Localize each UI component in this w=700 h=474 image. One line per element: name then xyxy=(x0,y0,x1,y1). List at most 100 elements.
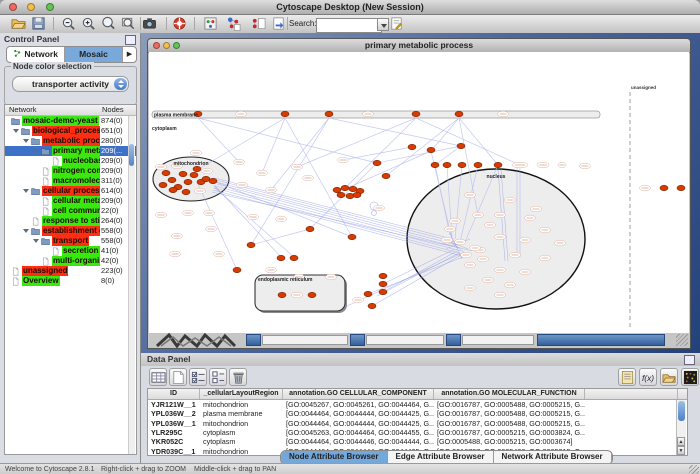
network-node[interactable] xyxy=(168,177,176,182)
network-node[interactable] xyxy=(333,187,341,192)
network-node[interactable] xyxy=(348,234,356,239)
network-node[interactable] xyxy=(457,143,465,148)
network-node[interactable] xyxy=(281,111,289,116)
tree-row-transport[interactable]: transport558(0) xyxy=(5,236,136,246)
network-node[interactable] xyxy=(677,185,685,190)
expander-icon[interactable] xyxy=(23,189,29,193)
expander-icon[interactable] xyxy=(33,239,39,243)
help-ring-icon[interactable] xyxy=(172,16,188,32)
tree-row-unassigned[interactable]: unassigned223(0) xyxy=(5,266,136,276)
network-window-titlebar[interactable]: primary metabolic process xyxy=(148,39,690,53)
function-builder-button[interactable]: f(x) xyxy=(639,368,657,386)
network-canvas[interactable]: plasma membranecytoplasmmitochondrionnuc… xyxy=(149,52,689,333)
column-header[interactable]: annotation.GO CELLULAR_COMPONENT xyxy=(283,389,434,399)
tree-row-cellular-process[interactable]: cellular process614(0) xyxy=(5,186,136,196)
search-dropdown-arrow[interactable] xyxy=(377,18,389,31)
network-node[interactable] xyxy=(368,303,376,308)
network-node[interactable] xyxy=(408,144,416,149)
node-color-dropdown[interactable]: transporter activity xyxy=(12,76,129,92)
float-panel-icon[interactable] xyxy=(125,35,136,45)
app-resize-grip[interactable] xyxy=(689,465,699,474)
tree-header[interactable]: Network Nodes xyxy=(5,105,136,116)
import-attributes-button[interactable] xyxy=(660,368,678,386)
network-view-window[interactable]: primary metabolic process plasma membran… xyxy=(147,38,691,349)
network-node[interactable] xyxy=(179,171,187,176)
tree-row-overview[interactable]: Overview8(0) xyxy=(5,276,136,286)
table-row[interactable]: YPL036W__1mitochondrion[GO:0044464, GO:0… xyxy=(148,419,687,428)
advanced-search-button[interactable] xyxy=(389,16,405,32)
tree-row-multi-organism-pro[interactable]: multi-organism pro42(0) xyxy=(5,256,136,266)
annotation-icon[interactable] xyxy=(271,16,287,32)
open-file-icon[interactable] xyxy=(11,16,27,32)
network-node[interactable] xyxy=(382,173,390,178)
float-data-panel-icon[interactable] xyxy=(684,355,695,365)
table-row[interactable]: YKR052Ccytoplasm[GO:0044464, GO:0044446,… xyxy=(148,437,687,446)
tree-row-secretion[interactable]: secretion41(0) xyxy=(5,246,136,256)
table-row[interactable]: YLR295Ccytoplasm[GO:0045263, GO:0044464,… xyxy=(148,428,687,437)
squished-window-titlebar[interactable] xyxy=(446,334,461,346)
network-node[interactable] xyxy=(337,192,345,197)
tree-row-biological-process[interactable]: biological_process651(0) xyxy=(5,126,136,136)
tree-scroll-thumb[interactable] xyxy=(129,144,134,166)
network-node[interactable] xyxy=(474,162,482,167)
network-node[interactable] xyxy=(379,289,387,294)
delete-attribute-button[interactable] xyxy=(229,368,247,386)
network-doc-icon[interactable] xyxy=(251,16,267,32)
tree-row-nucleobase[interactable]: nucleobase-209(0) xyxy=(5,156,136,166)
scroll-down-button[interactable]: ▼ xyxy=(677,446,685,455)
tree-row-response-to-stimulu[interactable]: response to stimulu264(0) xyxy=(5,216,136,226)
network-node[interactable] xyxy=(431,162,439,167)
network-node[interactable] xyxy=(443,162,451,167)
tree-row-mosaic-demo-yeast[interactable]: mosaic-demo-yeast874(0) xyxy=(5,116,136,126)
search-input[interactable] xyxy=(316,18,382,33)
snapshot-icon[interactable] xyxy=(142,16,158,32)
zoom-fit-icon[interactable] xyxy=(121,16,137,32)
tree-scrollbar[interactable] xyxy=(128,116,135,454)
network-node[interactable] xyxy=(341,185,349,190)
squished-window-titlebar[interactable] xyxy=(246,334,261,346)
attribute-list-button[interactable] xyxy=(209,368,227,386)
network-node[interactable] xyxy=(193,166,201,171)
scroll-up-button[interactable]: ▲ xyxy=(677,437,685,446)
tree-row-primary-metabo[interactable]: primary metabo209(... xyxy=(5,146,136,156)
zoom-in-icon[interactable] xyxy=(81,16,97,32)
network-node[interactable] xyxy=(306,226,314,231)
network-node[interactable] xyxy=(412,111,420,116)
expander-icon[interactable] xyxy=(33,149,39,153)
network-node[interactable] xyxy=(373,160,381,165)
new-attribute-button[interactable] xyxy=(169,368,187,386)
network-node[interactable] xyxy=(379,281,387,286)
network-node[interactable] xyxy=(162,170,170,175)
dropdown-stepper-icon[interactable] xyxy=(114,78,127,90)
tab-overflow-arrow[interactable]: ▶ xyxy=(123,47,136,62)
vizmapper-icon[interactable] xyxy=(226,16,242,32)
mac-title-bar[interactable]: Cytoscape Desktop (New Session) xyxy=(0,0,700,15)
network-node[interactable] xyxy=(364,291,372,296)
tree-row-macromolecule[interactable]: macromolecule311(0) xyxy=(5,176,136,186)
import-network-icon[interactable] xyxy=(203,16,219,32)
network-node[interactable] xyxy=(277,255,285,260)
network-node[interactable] xyxy=(660,185,668,190)
table-scroll-thumb[interactable] xyxy=(678,401,685,421)
attribute-table-button[interactable] xyxy=(149,368,167,386)
network-node[interactable] xyxy=(233,267,241,272)
network-node[interactable] xyxy=(182,189,190,194)
network-node[interactable] xyxy=(353,192,361,197)
network-node[interactable] xyxy=(379,273,387,278)
network-node[interactable] xyxy=(278,292,286,297)
attribute-table-header[interactable]: ID_cellularLayoutRegionannotation.GO CEL… xyxy=(148,389,687,400)
network-node[interactable] xyxy=(346,193,354,198)
network-node[interactable] xyxy=(209,178,217,183)
column-header[interactable] xyxy=(585,389,678,399)
zoom-out-icon[interactable] xyxy=(61,16,77,32)
tree-row-metabolic-process[interactable]: metabolic process280(0) xyxy=(5,136,136,146)
network-node[interactable] xyxy=(184,179,192,184)
tree-row-establishment-of-lo[interactable]: establishment of lo558(0) xyxy=(5,226,136,236)
network-node[interactable] xyxy=(325,111,333,116)
plasma-membrane-region[interactable] xyxy=(152,111,600,118)
table-row[interactable]: YPL036W__2plasma membrane[GO:0044464, GO… xyxy=(148,409,687,418)
table-scrollbar[interactable]: ▲ ▼ xyxy=(676,400,686,455)
select-attributes-button[interactable] xyxy=(189,368,207,386)
network-node[interactable] xyxy=(190,172,198,177)
attribute-matrix-button[interactable] xyxy=(681,368,699,386)
